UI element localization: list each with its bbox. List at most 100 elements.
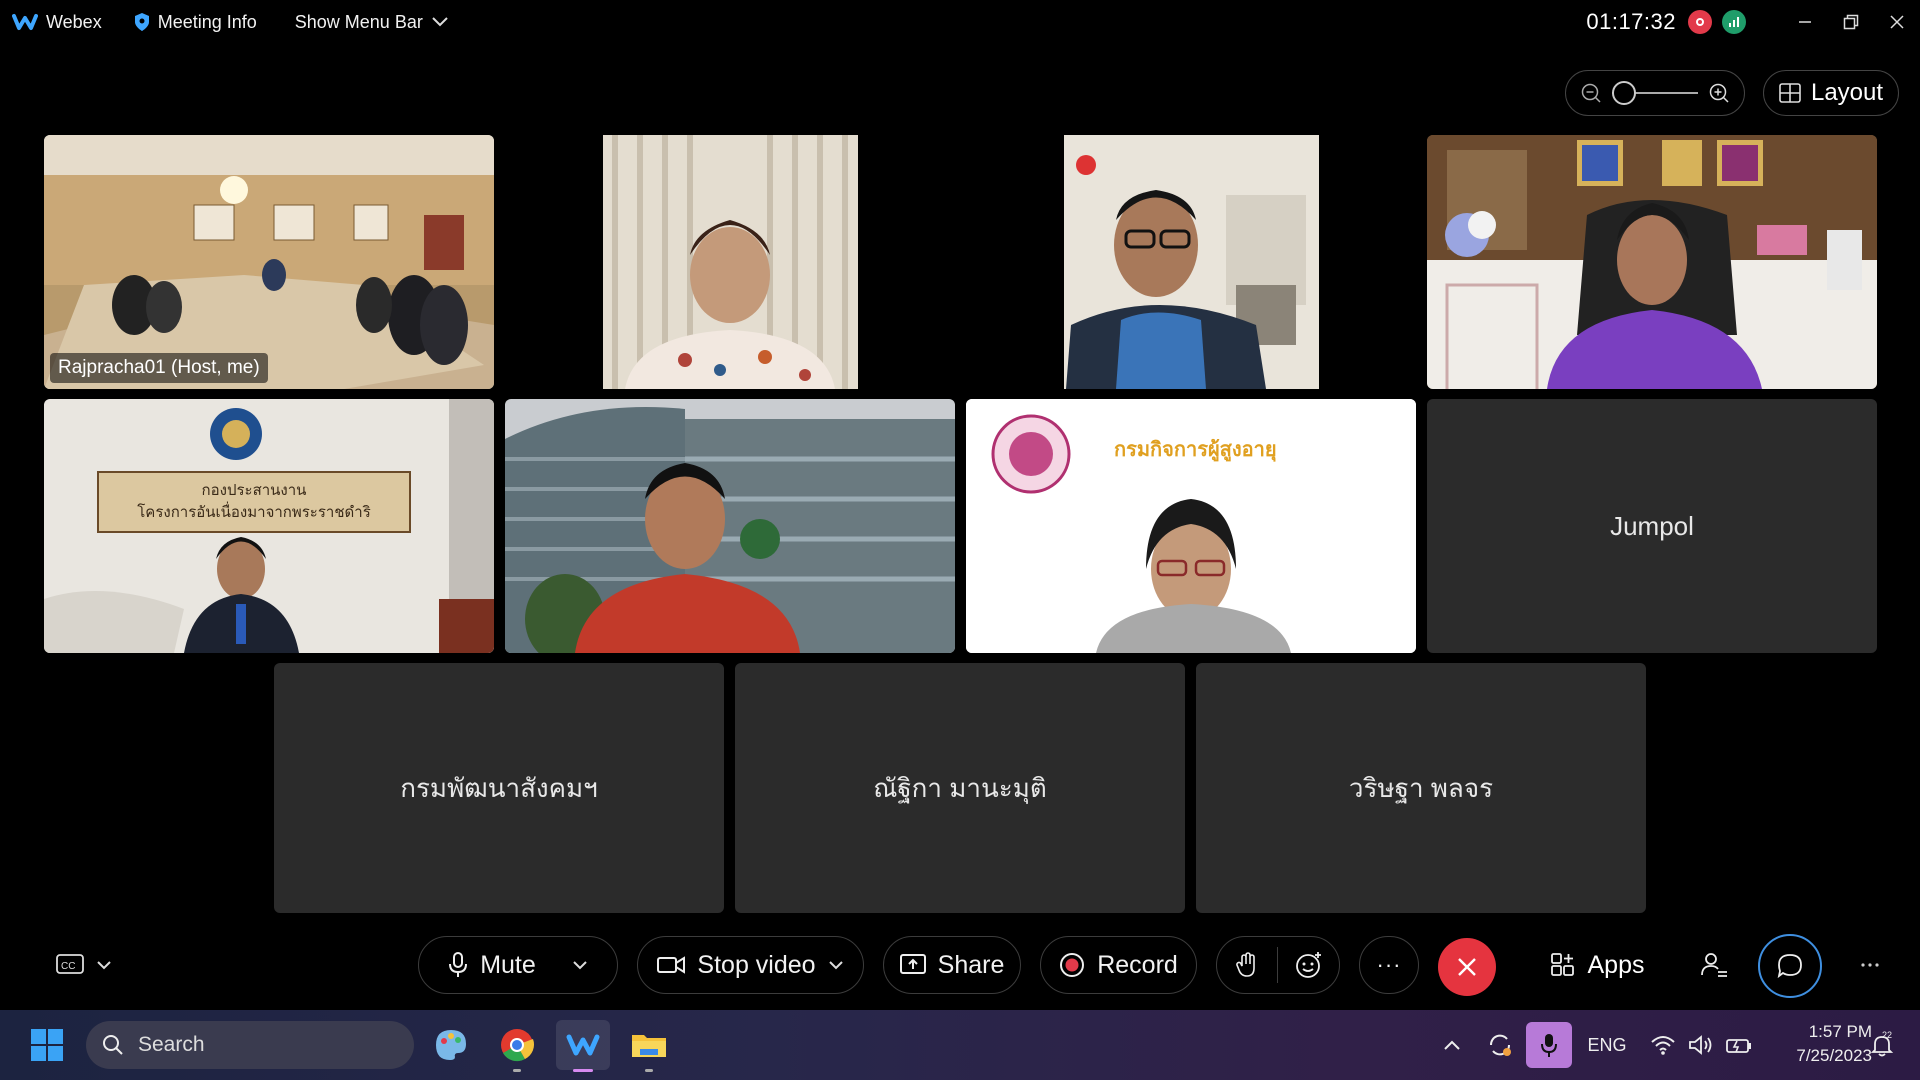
zoom-slider-handle[interactable]: [1612, 81, 1636, 105]
taskbar-app-chrome[interactable]: [490, 1020, 544, 1072]
notifications-button[interactable]: 22: [1862, 1010, 1902, 1080]
chevron-down-icon: [97, 961, 111, 970]
chat-button[interactable]: [1758, 934, 1822, 998]
chevron-up-icon: [1444, 1040, 1460, 1050]
emoji-icon: [1295, 952, 1321, 978]
participant-name: กรมพัฒนาสังคมฯ: [400, 772, 598, 803]
meeting-info-button[interactable]: Meeting Info: [134, 12, 257, 33]
reactions-button[interactable]: [1278, 951, 1339, 979]
share-label: Share: [937, 950, 1005, 979]
mute-label: Mute: [480, 950, 536, 979]
share-button[interactable]: Share: [883, 936, 1021, 994]
folder-icon: [632, 1035, 666, 1057]
raise-hand-button[interactable]: [1217, 947, 1279, 983]
webex-menu[interactable]: Webex: [12, 12, 102, 33]
search-placeholder: Search: [138, 1033, 205, 1056]
taskbar-search[interactable]: Search: [86, 1021, 414, 1069]
volume-control[interactable]: [1682, 1010, 1720, 1080]
participant-video: [505, 399, 955, 653]
participant-tile[interactable]: Jumpol: [1427, 399, 1877, 653]
close-icon: [1890, 15, 1904, 29]
more-options-button[interactable]: ···: [1359, 936, 1419, 994]
battery-status[interactable]: [1720, 1010, 1758, 1080]
participant-video: [1427, 135, 1877, 389]
wifi-icon: [1651, 1036, 1675, 1055]
more-icon: [1861, 963, 1879, 967]
participant-tile[interactable]: กรมกิจการผู้สูงอายุ: [966, 399, 1416, 653]
participant-tile[interactable]: [505, 399, 955, 653]
meeting-info-label: Meeting Info: [157, 11, 257, 32]
slide-title: กรมกิจการผู้สูงอายุ: [1114, 439, 1277, 461]
participant-tile[interactable]: [1427, 135, 1877, 389]
minimize-button[interactable]: [1782, 0, 1828, 44]
chevron-down-icon[interactable]: [828, 960, 844, 970]
record-label: Record: [1097, 950, 1178, 979]
chevron-down-icon[interactable]: [572, 960, 588, 970]
microphone-icon: [449, 952, 468, 977]
participants-button[interactable]: [1690, 936, 1738, 994]
zoom-in-icon[interactable]: [1708, 82, 1730, 104]
grid-layout-icon: [1779, 83, 1801, 103]
chevron-down-icon: [432, 17, 448, 27]
input-language-indicator[interactable]: ENG: [1582, 1010, 1632, 1080]
record-button[interactable]: Record: [1040, 936, 1197, 994]
language-label: ENG: [1587, 1034, 1627, 1055]
participant-tile[interactable]: กรมพัฒนาสังคมฯ: [274, 663, 724, 913]
apps-icon: [1550, 953, 1574, 976]
reactions-group: [1216, 936, 1340, 994]
stop-video-button[interactable]: Stop video: [637, 936, 864, 994]
shield-icon: [134, 13, 149, 31]
overflow-button[interactable]: [1850, 936, 1890, 994]
minimize-icon: [1799, 21, 1811, 23]
video-zoom-control[interactable]: [1565, 70, 1745, 116]
meeting-controls: CC Mute Stop video Share Record ··· Apps: [0, 930, 1920, 1000]
taskbar: Search ENG 1:57 PM 7/25/2023 22: [0, 1010, 1920, 1080]
paint-icon: [436, 1030, 466, 1060]
webex-logo-icon: [12, 14, 38, 30]
participant-video: [966, 135, 1416, 389]
apps-button[interactable]: Apps: [1544, 936, 1650, 994]
captions-button[interactable]: CC: [48, 936, 120, 994]
office-sign: กองประสานงาน โครงการอันเนื่องมาจากพระราช…: [98, 472, 410, 532]
show-hidden-icons-button[interactable]: [1430, 1010, 1474, 1080]
battery-icon: [1726, 1039, 1751, 1053]
participant-video: [44, 135, 494, 389]
participant-tile[interactable]: กองประสานงาน โครงการอันเนื่องมาจากพระราช…: [44, 399, 494, 653]
show-menu-bar-button[interactable]: Show Menu Bar: [295, 12, 449, 33]
mute-button[interactable]: Mute: [418, 936, 618, 994]
clock-time: 1:57 PM: [1808, 1022, 1872, 1041]
participant-tile[interactable]: วริษฐา พลจร: [1196, 663, 1646, 913]
taskbar-app-file-explorer[interactable]: [622, 1020, 676, 1072]
layout-button[interactable]: Layout: [1763, 70, 1899, 116]
wifi-status[interactable]: [1644, 1010, 1682, 1080]
taskbar-clock[interactable]: 1:57 PM 7/25/2023: [1762, 1020, 1872, 1068]
search-icon: [103, 1035, 123, 1055]
zoom-slider[interactable]: [1612, 81, 1698, 105]
clock-date: 7/25/2023: [1796, 1046, 1872, 1065]
closed-captions-icon: CC: [56, 954, 84, 974]
network-health-icon[interactable]: [1722, 10, 1746, 34]
participant-tile[interactable]: Rajpracha01 (Host, me): [44, 135, 494, 389]
start-button[interactable]: [20, 1020, 74, 1070]
microphone-in-use-indicator[interactable]: [1526, 1022, 1572, 1068]
sign-line-2: โครงการอันเนื่องมาจากพระราชดำริ: [137, 504, 371, 521]
zoom-out-icon[interactable]: [1580, 82, 1602, 104]
participant-tile[interactable]: ณัฐิกา มานะมุติ: [735, 663, 1185, 913]
participant-tile[interactable]: [505, 135, 955, 389]
raise-hand-icon: [1236, 952, 1255, 977]
svg-text:CC: CC: [61, 961, 75, 972]
taskbar-app-paint[interactable]: [424, 1020, 478, 1070]
chat-bubble-icon: [1777, 954, 1802, 979]
microphone-icon: [1541, 1034, 1557, 1057]
menu-bar-label: Show Menu Bar: [294, 11, 423, 32]
participant-name: วริษฐา พลจร: [1348, 772, 1494, 803]
restore-button[interactable]: [1828, 0, 1874, 44]
participants-icon: [1701, 953, 1727, 977]
leave-meeting-button[interactable]: [1438, 938, 1496, 996]
apps-label: Apps: [1587, 950, 1645, 979]
participant-name: ณัฐิกา มานะมุติ: [873, 772, 1047, 803]
participant-tile[interactable]: [966, 135, 1416, 389]
taskbar-app-webex[interactable]: [556, 1020, 610, 1072]
sync-status-icon[interactable]: [1478, 1010, 1522, 1080]
close-button[interactable]: [1874, 0, 1920, 44]
